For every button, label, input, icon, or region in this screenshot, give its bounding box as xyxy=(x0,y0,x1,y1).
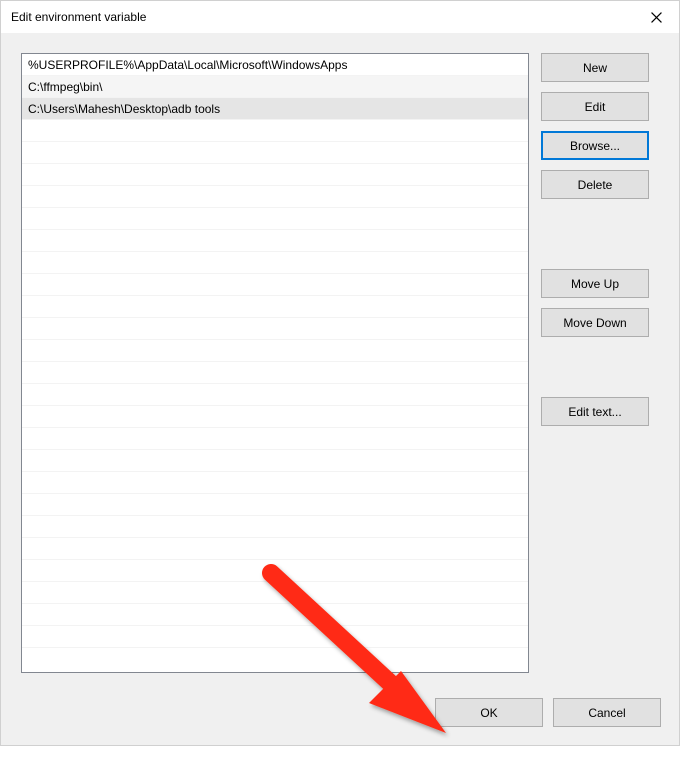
move-down-button[interactable]: Move Down xyxy=(541,308,649,337)
list-empty-row xyxy=(22,384,528,406)
list-empty-row xyxy=(22,450,528,472)
dialog-body: %USERPROFILE%\AppData\Local\Microsoft\Wi… xyxy=(1,33,679,745)
browse-button[interactable]: Browse... xyxy=(541,131,649,160)
dialog-footer: OK Cancel xyxy=(435,698,661,727)
dialog-title: Edit environment variable xyxy=(11,10,146,24)
list-empty-row xyxy=(22,560,528,582)
list-empty-row xyxy=(22,208,528,230)
list-empty-row xyxy=(22,340,528,362)
edit-text-button[interactable]: Edit text... xyxy=(541,397,649,426)
list-empty-row xyxy=(22,252,528,274)
list-empty-row xyxy=(22,626,528,648)
list-empty-row xyxy=(22,296,528,318)
list-empty-row xyxy=(22,230,528,252)
path-listbox[interactable]: %USERPROFILE%\AppData\Local\Microsoft\Wi… xyxy=(21,53,529,673)
list-empty-row xyxy=(22,494,528,516)
list-empty-row xyxy=(22,120,528,142)
list-item[interactable]: C:\Users\Mahesh\Desktop\adb tools xyxy=(22,98,528,120)
list-empty-row xyxy=(22,164,528,186)
list-empty-row xyxy=(22,274,528,296)
close-icon xyxy=(651,12,662,23)
new-button[interactable]: New xyxy=(541,53,649,82)
list-empty-row xyxy=(22,604,528,626)
list-empty-row xyxy=(22,142,528,164)
list-empty-row xyxy=(22,428,528,450)
ok-button[interactable]: OK xyxy=(435,698,543,727)
list-empty-row xyxy=(22,362,528,384)
list-item[interactable]: C:\ffmpeg\bin\ xyxy=(22,76,528,98)
list-empty-row xyxy=(22,406,528,428)
cancel-button[interactable]: Cancel xyxy=(553,698,661,727)
move-up-button[interactable]: Move Up xyxy=(541,269,649,298)
list-empty-row xyxy=(22,516,528,538)
list-empty-row xyxy=(22,186,528,208)
list-item[interactable]: %USERPROFILE%\AppData\Local\Microsoft\Wi… xyxy=(22,54,528,76)
list-empty-row xyxy=(22,582,528,604)
close-button[interactable] xyxy=(633,1,679,33)
list-empty-row xyxy=(22,318,528,340)
list-empty-row xyxy=(22,538,528,560)
list-empty-row xyxy=(22,472,528,494)
delete-button[interactable]: Delete xyxy=(541,170,649,199)
edit-button[interactable]: Edit xyxy=(541,92,649,121)
side-buttons: New Edit Browse... Delete Move Up Move D… xyxy=(541,53,649,673)
titlebar: Edit environment variable xyxy=(1,1,679,33)
